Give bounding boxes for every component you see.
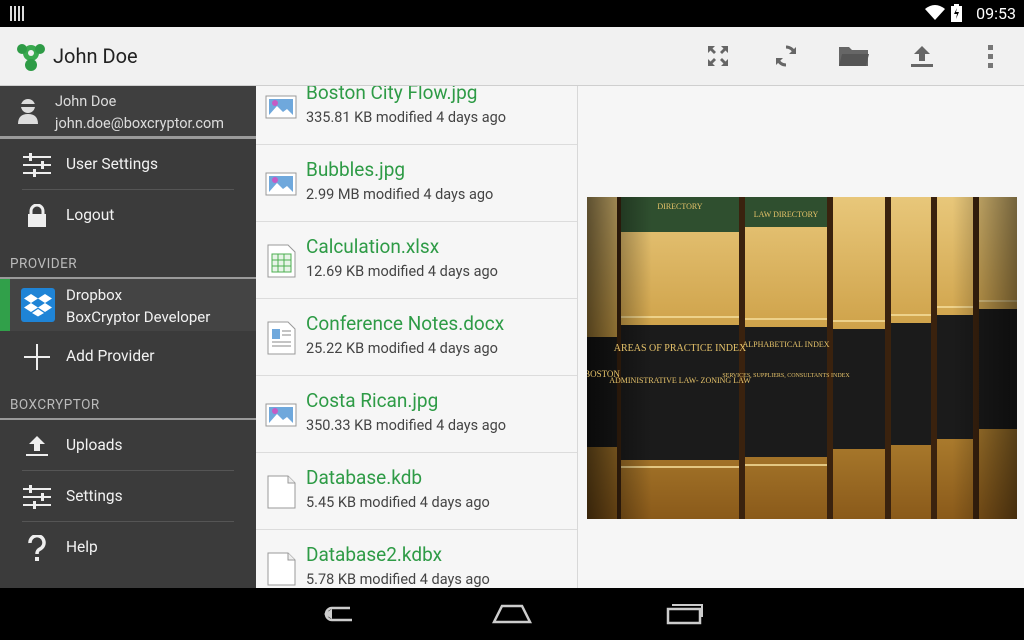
account-email: john.doe@boxcryptor.com (55, 115, 224, 132)
image-file-icon (265, 95, 297, 119)
lock-icon (22, 202, 52, 230)
spine-label: AREAS OF PRACTICE INDEX (614, 343, 747, 354)
overflow-menu-button[interactable] (956, 27, 1024, 85)
file-name: Calculation.xlsx (306, 235, 440, 258)
provider-account: BoxCryptor Developer (66, 308, 211, 326)
home-icon (492, 604, 532, 624)
section-label: BOXCRYPTOR (10, 397, 100, 413)
section-header-boxcryptor: BOXCRYPTOR (0, 382, 256, 420)
drawer-item-label: Help (66, 538, 98, 556)
file-meta: 335.81 KB modified 4 days ago (306, 109, 507, 126)
file-meta: 350.33 KB modified 4 days ago (306, 417, 507, 434)
wifi-icon (925, 5, 945, 20)
file-meta: 5.78 KB modified 4 days ago (306, 571, 490, 588)
recents-icon (666, 604, 703, 625)
sliders-icon (22, 151, 52, 179)
preview-pane: AREAS OF PRACTICE INDEX ADMINISTRATIVE L… (578, 86, 1024, 588)
list-item[interactable]: Conference Notes.docx 25.22 KB modified … (256, 299, 577, 376)
file-meta: 12.69 KB modified 4 days ago (306, 263, 498, 280)
spreadsheet-file-icon (267, 244, 296, 278)
list-item[interactable]: Costa Rican.jpg 350.33 KB modified 4 day… (256, 376, 577, 453)
document-file-icon (267, 321, 296, 355)
image-file-icon (265, 403, 297, 427)
file-name: Database2.kdbx (306, 543, 443, 566)
upload-button[interactable] (888, 27, 956, 85)
drawer-item-label: Settings (66, 487, 123, 505)
account-name: John Doe (55, 93, 117, 110)
fullscreen-icon (708, 46, 728, 66)
image-preview[interactable]: AREAS OF PRACTICE INDEX ADMINISTRATIVE L… (587, 197, 1017, 519)
file-name: Database.kdb (306, 466, 423, 489)
fullscreen-button[interactable] (684, 27, 752, 85)
recents-button[interactable] (655, 598, 715, 630)
drawer-item-help[interactable]: Help (0, 522, 256, 573)
drawer-item-logout[interactable]: Logout (0, 190, 256, 241)
open-folder-button[interactable] (820, 27, 888, 85)
question-icon (22, 534, 52, 562)
sliders-icon (22, 483, 52, 511)
file-list: Boston City Flow.jpg 335.81 KB modified … (256, 86, 578, 588)
provider-item-dropbox[interactable]: Dropbox BoxCryptor Developer (0, 279, 256, 331)
toolbar-actions (684, 27, 1024, 85)
file-name: Bubbles.jpg (306, 158, 406, 181)
image-file-icon (265, 172, 297, 196)
spine-label: BOSTON (587, 369, 620, 379)
home-button[interactable] (482, 598, 542, 630)
list-item[interactable]: Calculation.xlsx 12.69 KB modified 4 day… (256, 222, 577, 299)
file-meta: 5.45 KB modified 4 days ago (306, 494, 490, 511)
app-bar: John Doe (0, 27, 1024, 86)
drawer-item-label: Add Provider (66, 347, 155, 365)
battery-icon (951, 4, 962, 22)
section-header-provider: PROVIDER (0, 241, 256, 279)
boxcryptor-logo-icon[interactable] (14, 39, 48, 73)
upload-icon (22, 432, 52, 460)
selected-indicator (0, 279, 10, 331)
clock: 09:53 (976, 4, 1016, 23)
file-meta: 2.99 MB modified 4 days ago (306, 186, 494, 203)
generic-file-icon (267, 552, 296, 586)
list-item[interactable]: Database2.kdbx 5.78 KB modified 4 days a… (256, 530, 577, 588)
back-icon (324, 606, 352, 622)
list-item[interactable]: Boston City Flow.jpg 335.81 KB modified … (256, 86, 577, 145)
status-bar: 09:53 (0, 0, 1024, 27)
refresh-button[interactable] (752, 27, 820, 85)
overflow-menu-icon (988, 45, 993, 68)
drawer-item-user-settings[interactable]: User Settings (0, 139, 256, 190)
list-item[interactable]: Database.kdb 5.45 KB modified 4 days ago (256, 453, 577, 530)
section-label: PROVIDER (10, 256, 78, 272)
file-name: Boston City Flow.jpg (306, 86, 478, 104)
law-books-photo: AREAS OF PRACTICE INDEX ADMINISTRATIVE L… (587, 197, 1017, 519)
page-title: John Doe (53, 44, 138, 68)
spine-label: DIRECTORY (657, 202, 702, 211)
refresh-icon (776, 45, 796, 67)
file-name: Conference Notes.docx (306, 312, 505, 335)
status-icons (925, 4, 962, 22)
spine-label: LAW DIRECTORY (754, 210, 819, 219)
provider-name: Dropbox (66, 286, 123, 304)
drawer-item-add-provider[interactable]: Add Provider (0, 331, 256, 382)
navigation-drawer: John Doe john.doe@boxcryptor.com User Se… (0, 86, 256, 588)
generic-file-icon (267, 475, 296, 509)
upload-icon (911, 46, 933, 67)
spine-label: ALPHABETICAL INDEX (742, 340, 829, 349)
drawer-item-label: Logout (66, 206, 115, 224)
drawer-item-uploads[interactable]: Uploads (0, 420, 256, 471)
drawer-item-label: Uploads (66, 436, 123, 454)
notification-icon (10, 6, 24, 21)
system-navigation-bar (0, 588, 1024, 640)
file-meta: 25.22 KB modified 4 days ago (306, 340, 498, 357)
spine-label: SERVICES, SUPPLIERS, CONSULTANTS INDEX (722, 373, 850, 379)
drawer-item-label: User Settings (66, 155, 158, 173)
list-item[interactable]: Bubbles.jpg 2.99 MB modified 4 days ago (256, 145, 577, 222)
plus-icon (22, 343, 52, 371)
drawer-item-settings[interactable]: Settings (0, 471, 256, 522)
avatar (18, 99, 38, 124)
account-header[interactable]: John Doe john.doe@boxcryptor.com (0, 86, 256, 139)
folder-icon (839, 47, 869, 66)
file-name: Costa Rican.jpg (306, 389, 439, 412)
dropbox-icon (21, 288, 55, 322)
back-button[interactable] (310, 598, 370, 630)
